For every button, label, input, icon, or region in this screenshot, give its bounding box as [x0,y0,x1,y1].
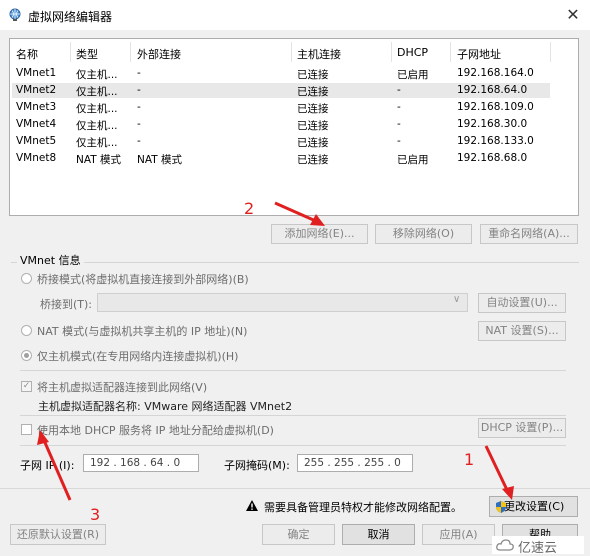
cell-host: 已连接 [297,154,329,166]
cell-name: VMnet3 [16,101,57,113]
nat-mode-radio[interactable] [21,325,32,336]
bridge-to-dropdown[interactable] [97,293,468,312]
column-header-subnet[interactable]: 子网地址 [457,46,501,62]
change-settings-label: 更改设置(C) [504,500,565,513]
cell-name: VMnet8 [16,152,57,164]
column-divider [70,42,71,62]
watermark: 亿速云 [492,536,584,556]
cell-type: 仅主机... [76,103,118,115]
cell-external: - [137,101,141,113]
remove-network-button[interactable]: 移除网络(O) [375,224,472,244]
cell-type: 仅主机... [76,120,118,132]
window-title: 虚拟网络编辑器 [28,10,113,24]
dhcp-settings-button[interactable]: DHCP 设置(P)... [478,418,566,438]
subnet-mask-label: 子网掩码(M): [224,459,290,472]
annotation-number-1: 1 [464,450,475,469]
column-divider [291,42,292,62]
footer-divider [0,488,590,489]
annotation-number-3: 3 [90,505,101,524]
column-header-host[interactable]: 主机连接 [297,46,341,62]
cell-type: 仅主机... [76,86,118,98]
ok-button[interactable]: 确定 [262,524,335,545]
cell-type: NAT 模式 [76,154,121,166]
cell-host: 已连接 [297,69,329,81]
restore-defaults-button[interactable]: 还原默认设置(R) [10,524,106,545]
nat-settings-button[interactable]: NAT 设置(S)... [478,321,566,341]
rename-network-button[interactable]: 重命名网络(A)... [480,224,578,244]
cell-name: VMnet1 [16,67,57,79]
cell-host: 已连接 [297,86,329,98]
use-dhcp-label: 使用本地 DHCP 服务将 IP 地址分配给虚拟机(D) [37,424,274,437]
watermark-text: 亿速云 [518,541,558,556]
subnet-ip-label: 子网 IP (I): [20,459,75,472]
cell-subnet: 192.168.164.0 [457,67,534,79]
column-divider [391,42,392,62]
adapter-name-text: 主机虚拟适配器名称: VMware 网络适配器 VMnet2 [38,400,293,413]
divider [20,445,566,446]
admin-warning-text: 需要具备管理员特权才能修改网络配置。 [264,501,462,514]
cell-dhcp: 已启用 [397,69,429,81]
cell-external: - [137,67,141,79]
subnet-mask-field[interactable]: 255 . 255 . 255 . 0 [297,454,413,472]
column-divider [550,42,551,62]
warning-icon [246,500,258,511]
shield-icon [496,501,506,513]
cell-dhcp: - [397,118,401,130]
annotation-number-2: 2 [244,199,255,218]
cell-host: 已连接 [297,120,329,132]
column-header-name[interactable]: 名称 [16,46,38,62]
cell-dhcp: - [397,84,401,96]
auto-settings-button[interactable]: 自动设置(U)... [478,293,566,313]
cancel-button[interactable]: 取消 [342,524,415,545]
cell-subnet: 192.168.64.0 [457,84,528,96]
cell-external: NAT 模式 [137,154,182,166]
connect-adapter-checkbox[interactable]: ✓ [21,381,32,392]
divider [20,415,566,416]
cell-host: 已连接 [297,137,329,149]
bridge-mode-radio[interactable] [21,273,32,284]
bridge-mode-label: 桥接模式(将虚拟机直接连接到外部网络)(B) [37,273,249,286]
nat-mode-label: NAT 模式(与虚拟机共享主机的 IP 地址)(N) [37,325,248,338]
cell-subnet: 192.168.30.0 [457,118,528,130]
cell-dhcp: - [397,101,401,113]
cell-name: VMnet5 [16,135,57,147]
use-dhcp-checkbox[interactable] [21,424,32,435]
cell-external: - [137,84,141,96]
network-globe-icon [9,8,21,21]
connect-adapter-label: 将主机虚拟适配器连接到此网络(V) [37,381,208,394]
cell-host: 已连接 [297,103,329,115]
cell-type: 仅主机... [76,69,118,81]
cloud-logo-icon [496,539,514,551]
host-only-mode-label: 仅主机模式(在专用网络内连接虚拟机)(H) [37,350,239,363]
cell-subnet: 192.168.68.0 [457,152,528,164]
column-divider [130,42,131,62]
cell-subnet: 192.168.109.0 [457,101,534,113]
divider [20,370,566,371]
cell-type: 仅主机... [76,137,118,149]
apply-button[interactable]: 应用(A) [422,524,495,545]
cell-name: VMnet2 [16,84,57,96]
close-button[interactable]: ✕ [562,4,584,26]
host-only-mode-radio[interactable] [21,350,32,361]
cell-dhcp: - [397,135,401,147]
chevron-down-icon: ∨ [453,294,461,305]
cell-subnet: 192.168.133.0 [457,135,534,147]
column-header-type[interactable]: 类型 [76,46,98,62]
add-network-button[interactable]: 添加网络(E)... [271,224,368,244]
cell-external: - [137,135,141,147]
column-header-external[interactable]: 外部连接 [137,46,181,62]
cell-external: - [137,118,141,130]
bridge-to-label: 桥接到(T): [40,298,93,311]
column-header-dhcp[interactable]: DHCP [397,46,428,59]
column-divider [450,42,451,62]
cell-name: VMnet4 [16,118,57,130]
annotation-arrow-1 [484,445,510,493]
vmnet-info-title: VMnet 信息 [17,252,84,268]
cell-dhcp: 已启用 [397,154,429,166]
group-border [11,262,579,263]
subnet-ip-field[interactable]: 192 . 168 . 64 . 0 [83,454,199,472]
